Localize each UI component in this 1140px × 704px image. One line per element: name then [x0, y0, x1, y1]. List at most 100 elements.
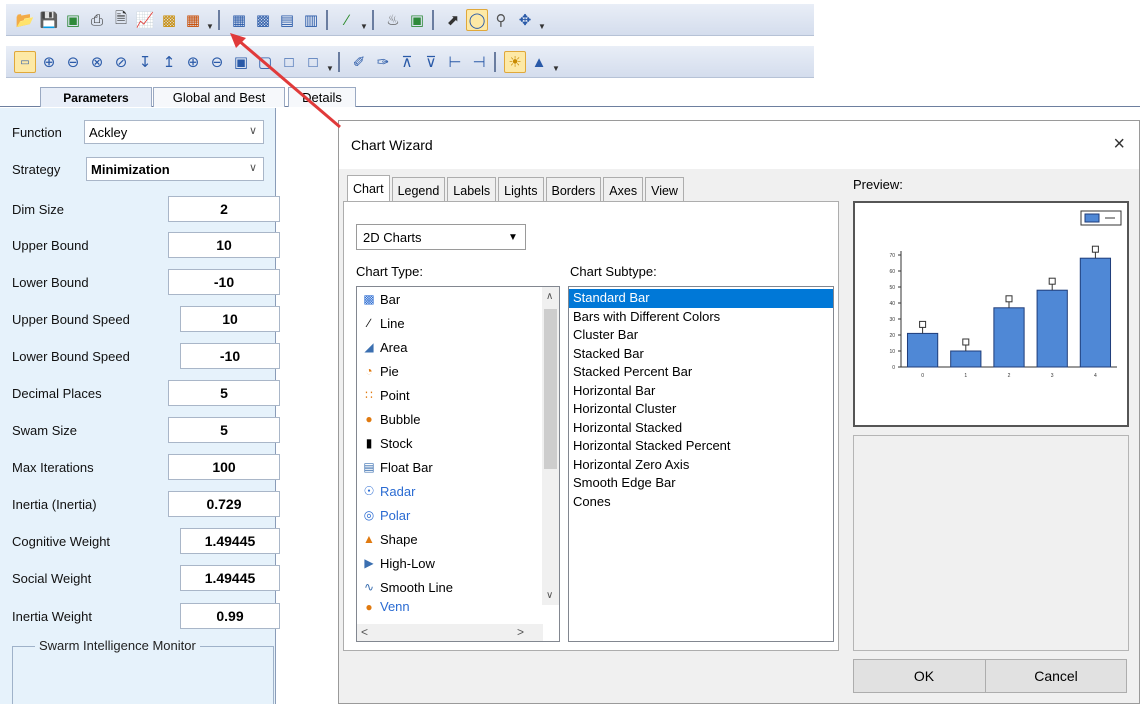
document-icon[interactable]: 🗎: [110, 9, 132, 31]
subtype-item[interactable]: Horizontal Zero Axis: [569, 456, 833, 475]
move-icon[interactable]: ✥: [514, 9, 536, 31]
chart-type-item[interactable]: ▶ High-Low: [357, 551, 559, 575]
subtype-item[interactable]: Stacked Bar: [569, 345, 833, 364]
chart-group-select[interactable]: 2D Charts ▼: [356, 224, 526, 250]
chart-type-list[interactable]: ▩ Bar ∕ Line ◢ Area ◔ Pie ∷ Point ● Bubble ▮ St…: [356, 286, 560, 642]
image-icon[interactable]: ▣: [62, 9, 84, 31]
align-left-icon[interactable]: ⊢: [444, 51, 466, 73]
tab-parameters[interactable]: Parameters: [40, 87, 152, 107]
save-icon[interactable]: 💾: [38, 9, 60, 31]
light-source-icon[interactable]: ▲: [528, 51, 550, 73]
subtype-item[interactable]: Horizontal Cluster: [569, 400, 833, 419]
subtype-item[interactable]: Bars with Different Colors: [569, 308, 833, 327]
paint-bucket-icon[interactable]: ♨: [382, 9, 404, 31]
decimal-places-input[interactable]: 5: [168, 380, 280, 406]
axis-y-icon[interactable]: ↥: [158, 51, 180, 73]
function-select[interactable]: Ackley ∨: [84, 120, 264, 144]
chevron-down-icon[interactable]: ▼: [538, 9, 546, 31]
upper-bound-input[interactable]: 10: [168, 232, 280, 258]
rotate-left-icon[interactable]: ⊖: [62, 51, 84, 73]
swarm-size-input[interactable]: 5: [168, 417, 280, 443]
chart-type-item[interactable]: ◎ Polar: [357, 503, 559, 527]
chart-type-item[interactable]: ▩ Bar: [357, 287, 559, 311]
table-rows-icon[interactable]: ▥: [300, 9, 322, 31]
tab-labels[interactable]: Labels: [447, 177, 497, 203]
subtype-item[interactable]: Horizontal Stacked: [569, 419, 833, 438]
chart-type-item[interactable]: ∕ Line: [357, 311, 559, 335]
scrollbar-thumb[interactable]: [544, 309, 557, 469]
tab-details[interactable]: Details: [288, 87, 356, 107]
print-icon[interactable]: ⎙: [86, 9, 108, 31]
chevron-down-icon[interactable]: ▼: [326, 51, 334, 73]
close-icon[interactable]: ×: [1113, 133, 1125, 156]
strategy-select[interactable]: Minimization ∨: [86, 157, 264, 181]
axis-x-icon[interactable]: ↧: [134, 51, 156, 73]
zoom-select-icon[interactable]: ⚲: [490, 9, 512, 31]
upper-bound-speed-input[interactable]: 10: [180, 306, 280, 332]
subtype-item[interactable]: Horizontal Bar: [569, 382, 833, 401]
zoom-in-icon[interactable]: ⊕: [182, 51, 204, 73]
open-folder-icon[interactable]: 📂: [14, 9, 36, 31]
panel-icon[interactable]: ▢: [254, 51, 276, 73]
brush-alt-icon[interactable]: ✑: [372, 51, 394, 73]
chevron-down-icon[interactable]: ▼: [552, 51, 560, 73]
chart-type-item[interactable]: ▲ Shape: [357, 527, 559, 551]
inertia-weight-input[interactable]: 0.99: [180, 603, 280, 629]
subtype-item[interactable]: Standard Bar: [569, 289, 833, 308]
tab-view[interactable]: View: [645, 177, 684, 203]
chart-type-item[interactable]: ∷ Point: [357, 383, 559, 407]
subtype-item[interactable]: Horizontal Stacked Percent: [569, 437, 833, 456]
ok-button[interactable]: OK: [853, 659, 995, 693]
chevron-left-icon[interactable]: <: [361, 625, 368, 639]
rotate-up-icon[interactable]: ⊘: [110, 51, 132, 73]
zoom-out-icon[interactable]: ⊖: [206, 51, 228, 73]
rotate-icon[interactable]: ⊕: [38, 51, 60, 73]
chevron-up-icon[interactable]: ∧: [546, 291, 553, 302]
grid-icon[interactable]: ▦: [228, 9, 250, 31]
subtype-item[interactable]: Stacked Percent Bar: [569, 363, 833, 382]
chevron-right-icon[interactable]: >: [517, 625, 524, 639]
tab-borders[interactable]: Borders: [545, 177, 602, 203]
lower-bound-speed-input[interactable]: -10: [180, 343, 280, 369]
subtype-item[interactable]: Cluster Bar: [569, 326, 833, 345]
inertia-input[interactable]: 0.729: [168, 491, 280, 517]
tab-lights[interactable]: Lights: [498, 177, 544, 203]
chart-type-item[interactable]: ☉ Radar: [357, 479, 559, 503]
subtype-item[interactable]: Cones: [569, 493, 833, 512]
pointer-icon[interactable]: ⬈: [442, 9, 464, 31]
chart-edit-icon[interactable]: 📈: [134, 9, 156, 31]
chart-type-item[interactable]: ▮ Stock: [357, 431, 559, 455]
chart-type-item[interactable]: ▤ Float Bar: [357, 455, 559, 479]
chart-type-item[interactable]: ∿ Smooth Line: [357, 575, 559, 599]
palette-icon[interactable]: ▦: [182, 9, 204, 31]
chart-type-hscrollbar[interactable]: < >: [357, 624, 543, 641]
3d-toggle-icon[interactable]: ▭: [14, 51, 36, 73]
chevron-down-icon[interactable]: ▼: [360, 9, 368, 31]
align-right-icon[interactable]: ⊣: [468, 51, 490, 73]
brush-icon[interactable]: ✐: [348, 51, 370, 73]
bar-chart-icon[interactable]: ▩: [158, 9, 180, 31]
border-style-icon[interactable]: □: [302, 51, 324, 73]
lightbulb-icon[interactable]: ☀: [504, 51, 526, 73]
chart-type-item[interactable]: ● Venn: [357, 599, 559, 613]
rotate-right-icon[interactable]: ⊗: [86, 51, 108, 73]
cognitive-weight-input[interactable]: 1.49445: [180, 528, 280, 554]
table-icon[interactable]: ▩: [252, 9, 274, 31]
lasso-icon[interactable]: ◯: [466, 9, 488, 31]
chart-subtype-list[interactable]: Standard Bar Bars with Different Colors …: [568, 286, 834, 642]
dim-size-input[interactable]: 2: [168, 196, 280, 222]
picture-icon[interactable]: ▣: [406, 9, 428, 31]
chevron-down-icon[interactable]: ∨: [546, 590, 553, 601]
frame-icon[interactable]: ▣: [230, 51, 252, 73]
align-bottom-icon[interactable]: ⊽: [420, 51, 442, 73]
max-iterations-input[interactable]: 100: [168, 454, 280, 480]
align-top-icon[interactable]: ⊼: [396, 51, 418, 73]
tab-legend[interactable]: Legend: [391, 177, 446, 203]
table-cols-icon[interactable]: ▤: [276, 9, 298, 31]
chart-type-vscrollbar[interactable]: ∧ ∨: [542, 287, 559, 605]
tab-global-and-best[interactable]: Global and Best: [153, 87, 285, 107]
border-icon[interactable]: □: [278, 51, 300, 73]
chevron-down-icon[interactable]: ▼: [206, 9, 214, 31]
trend-icon[interactable]: ∕: [336, 9, 358, 31]
subtype-item[interactable]: Smooth Edge Bar: [569, 474, 833, 493]
